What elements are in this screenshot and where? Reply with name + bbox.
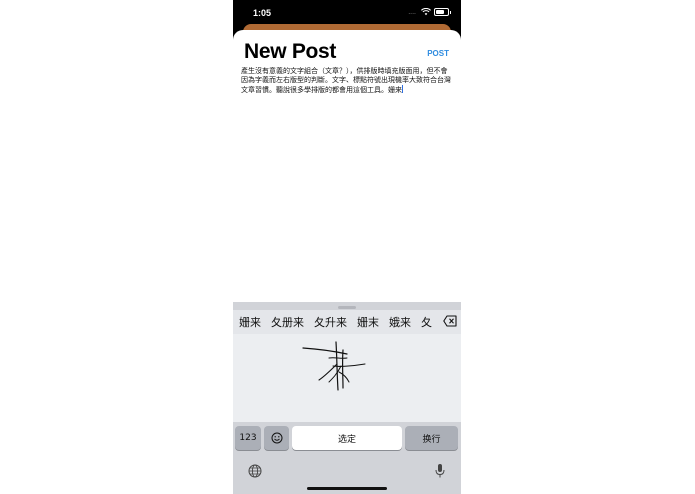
- new-post-sheet: New Post POST 產生沒有意義的文字組合（文章？），供排版時填充版面用…: [233, 30, 461, 304]
- handwriting-keyboard: 姗来 夂册来 夂升来 姗末 娥来 夂 123 选定 换行: [233, 302, 461, 494]
- candidate-item[interactable]: 姗末: [357, 314, 379, 330]
- battery-nub: [450, 10, 451, 14]
- microphone-icon[interactable]: [434, 463, 446, 479]
- status-bar: 1:05 ....: [233, 0, 461, 26]
- delete-icon[interactable]: [443, 315, 457, 327]
- status-time: 1:05: [253, 8, 272, 18]
- wifi-icon: [421, 8, 431, 16]
- battery-icon: [434, 8, 449, 16]
- emoji-key[interactable]: [264, 426, 289, 450]
- page-title: New Post: [244, 40, 337, 63]
- numbers-key[interactable]: 123: [235, 426, 261, 450]
- candidate-item[interactable]: 娥来: [389, 314, 411, 330]
- phone-screen: 1:05 .... New Post POST 產生沒有意義的文字組合（文章？）…: [233, 0, 461, 494]
- text-cursor: [402, 85, 403, 93]
- keyboard-grabber[interactable]: [338, 306, 356, 309]
- candidate-item[interactable]: 夂: [421, 314, 432, 330]
- candidate-item[interactable]: 夂升来: [314, 314, 347, 330]
- post-button[interactable]: POST: [427, 49, 449, 58]
- select-key[interactable]: 选定: [292, 426, 402, 450]
- candidate-bar: 姗来 夂册来 夂升来 姗末 娥来 夂: [233, 310, 461, 334]
- globe-icon[interactable]: [248, 464, 262, 478]
- candidate-item[interactable]: 姗来: [239, 314, 261, 330]
- keyboard-action-row: 123 选定 换行: [233, 424, 461, 452]
- emoji-icon: [271, 432, 282, 444]
- handwriting-strokes: [302, 341, 366, 391]
- post-body-textarea[interactable]: 產生沒有意義的文字組合（文章？），供排版時填充版面用，但不會因為字義而左右版型的…: [241, 67, 451, 95]
- status-icons: ....: [408, 8, 451, 16]
- handwriting-canvas[interactable]: [233, 334, 461, 422]
- return-key[interactable]: 换行: [405, 426, 458, 450]
- home-indicator[interactable]: [307, 487, 387, 490]
- post-body-text: 產生沒有意義的文字組合（文章？），供排版時填充版面用，但不會因為字義而左右版型的…: [241, 67, 451, 94]
- candidate-item[interactable]: 夂册来: [271, 314, 304, 330]
- signal-dots: ....: [408, 8, 416, 16]
